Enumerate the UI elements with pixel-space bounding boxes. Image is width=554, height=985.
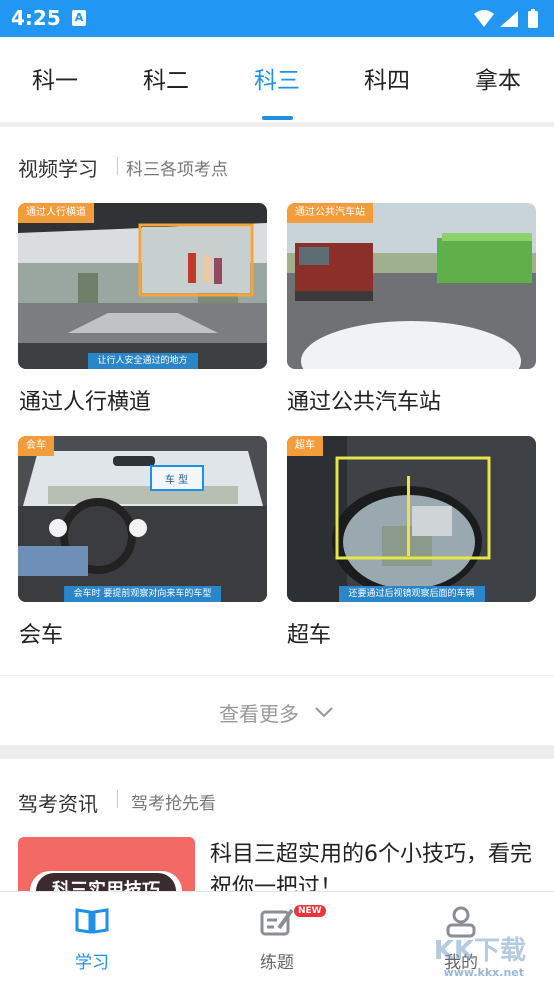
tab-subject-4[interactable]: 科四: [342, 61, 432, 95]
tab-indicator: [262, 116, 293, 120]
video-thumbnail-crosswalk[interactable]: 通过人行横道 让行人安全通过的地方: [18, 203, 267, 369]
tab-subject-1[interactable]: 科一: [10, 61, 100, 95]
video-section-title: 视频学习: [18, 157, 98, 181]
new-badge: NEW: [294, 905, 326, 917]
title-separator: [117, 790, 118, 808]
section-divider: [0, 745, 554, 759]
title-separator: [117, 157, 118, 175]
video-section-subtitle: 科三各项考点: [126, 160, 228, 180]
nav-label-study: 学习: [75, 953, 109, 973]
side-mirror-image: [287, 436, 536, 602]
news-section-subtitle: 驾考抢先看: [131, 794, 216, 814]
video-tag: 超车: [287, 436, 323, 456]
watermark-logo: KK下载: [433, 936, 526, 966]
svg-text:车 型: 车 型: [165, 473, 188, 486]
notification-icon: A: [72, 10, 86, 26]
section-divider: [0, 122, 554, 127]
view-more-button[interactable]: 查看更多: [0, 675, 554, 747]
video-title-bus-stop[interactable]: 通过公共汽车站: [287, 384, 441, 416]
video-caption: 还要通过后视镜观察后面的车辆: [338, 586, 485, 602]
battery-icon: [528, 11, 538, 28]
book-icon: [75, 908, 109, 934]
video-thumbnail-meeting-car[interactable]: 车 型 会车 会车时 要提前观察对向来车的车型: [18, 436, 267, 602]
video-title-crosswalk[interactable]: 通过人行横道: [19, 384, 151, 416]
news-section-title: 驾考资讯: [18, 792, 98, 816]
crosswalk-scene-image: [18, 203, 267, 369]
video-title-overtaking[interactable]: 超车: [287, 617, 331, 649]
edit-icon: [260, 908, 294, 936]
car-interior-image: 车 型: [18, 436, 267, 602]
video-thumbnail-overtaking[interactable]: 超车 还要通过后视镜观察后面的车辆: [287, 436, 536, 602]
news-thumbnail[interactable]: 科三实用技巧: [18, 837, 195, 897]
nav-label-practice: 练题: [260, 953, 294, 973]
video-title-meeting-car[interactable]: 会车: [19, 617, 63, 649]
subject-tabs: 科一 科二 科三 科四 拿本: [0, 37, 554, 122]
video-tag: 通过人行横道: [18, 203, 94, 223]
wifi-icon: [474, 10, 494, 27]
tab-get-license[interactable]: 拿本: [453, 61, 543, 95]
video-caption: 会车时 要提前观察对向来车的车型: [63, 586, 222, 602]
video-tag: 通过公共汽车站: [287, 203, 373, 223]
status-bar: 4:25 A: [0, 0, 554, 37]
video-tag: 会车: [18, 436, 54, 456]
status-time: 4:25: [11, 6, 61, 30]
view-more-label: 查看更多: [219, 702, 299, 726]
tab-subject-3[interactable]: 科三: [232, 61, 322, 95]
nav-item-study[interactable]: 学习: [32, 892, 152, 985]
status-icons: [474, 9, 538, 28]
tab-subject-2[interactable]: 科二: [121, 61, 211, 95]
chevron-down-icon: [315, 707, 333, 718]
watermark-url: www.kkx.net: [443, 966, 524, 979]
signal-icon: [500, 11, 518, 27]
video-thumbnail-bus-stop[interactable]: 通过公共汽车站: [287, 203, 536, 369]
bus-stop-scene-image: [287, 203, 536, 369]
video-caption: 让行人安全通过的地方: [87, 353, 198, 369]
news-title[interactable]: 科目三超实用的6个小技巧，看完祝你一把过！: [210, 838, 540, 891]
